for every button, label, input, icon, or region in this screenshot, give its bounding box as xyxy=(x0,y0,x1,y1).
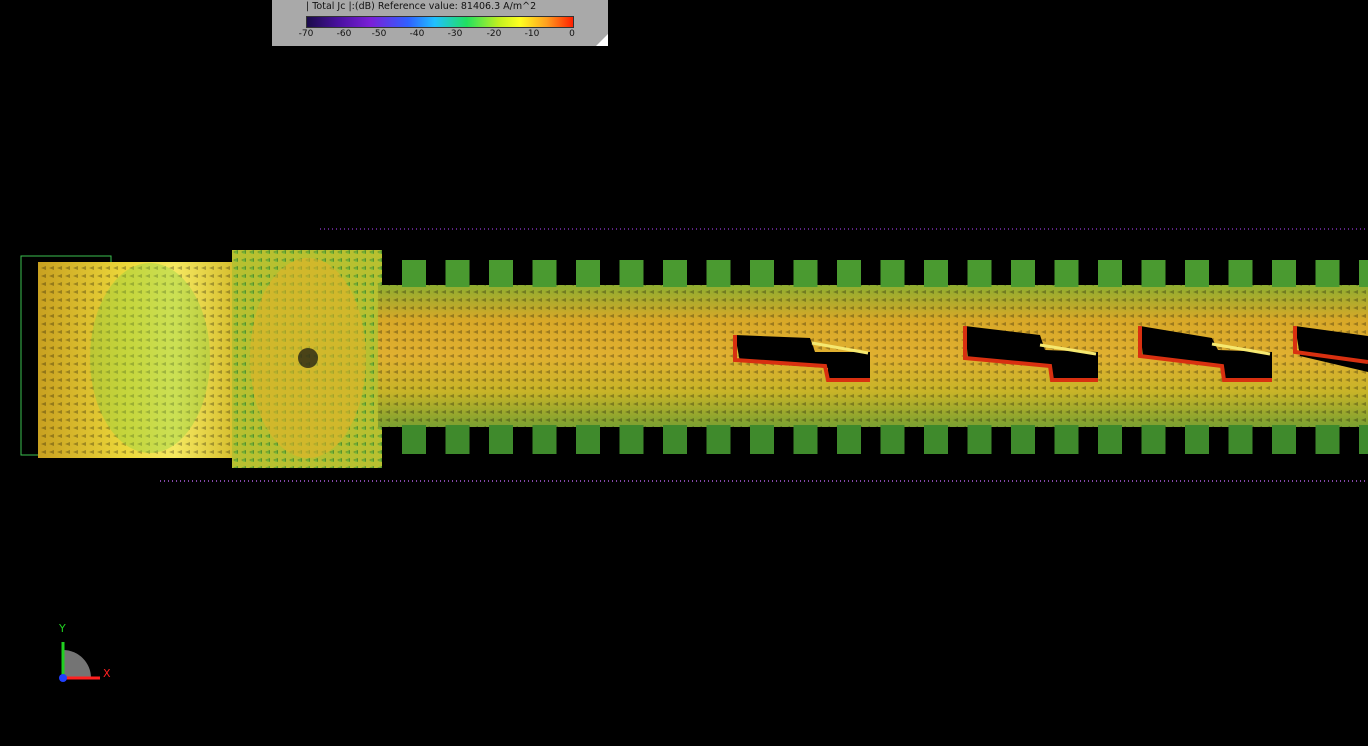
corrugation-tooth xyxy=(1098,260,1122,287)
legend-tick: -50 xyxy=(371,29,387,39)
x-axis-label: X xyxy=(103,667,111,680)
corrugation-tooth xyxy=(793,425,818,454)
corrugation-tooth xyxy=(619,260,644,287)
corrugation-tooth xyxy=(1054,260,1079,287)
legend-tick: 0 xyxy=(569,29,575,39)
corrugation-tooth xyxy=(1141,260,1166,287)
legend-tick: -30 xyxy=(447,29,463,39)
corrugation-tooth xyxy=(576,260,600,287)
corrugation-tooth xyxy=(924,425,948,454)
legend-tick: -70 xyxy=(298,29,314,39)
legend-tick: -40 xyxy=(409,29,425,39)
corrugation-tooth xyxy=(1228,425,1253,454)
corrugation-tooth xyxy=(967,260,992,287)
corrugation-tooth xyxy=(1228,260,1253,287)
transition-null xyxy=(298,348,318,368)
corrugation-tooth xyxy=(576,425,600,454)
legend-tick: -10 xyxy=(524,29,540,39)
corrugation-tooth xyxy=(663,260,687,287)
simulation-viewport[interactable]: | Total Jc |:(dB) Reference value: 81406… xyxy=(0,0,1368,742)
corrugation-top xyxy=(402,260,1368,287)
corrugation-tooth xyxy=(1098,425,1122,454)
corrugation-tooth xyxy=(402,260,426,287)
legend-tick: -20 xyxy=(486,29,502,39)
current-density-plot xyxy=(20,228,1368,482)
y-axis-label: Y xyxy=(59,622,66,635)
legend-resize-grip[interactable] xyxy=(596,34,608,46)
corrugation-tooth xyxy=(880,260,905,287)
corrugation-tooth xyxy=(880,425,905,454)
corrugation-tooth xyxy=(663,425,687,454)
corrugation-tooth xyxy=(706,260,731,287)
corrugation-tooth xyxy=(793,260,818,287)
corrugation-tooth xyxy=(750,260,774,287)
corrugation-tooth xyxy=(1359,425,1368,454)
feed-node xyxy=(90,263,210,453)
legend-colorbar xyxy=(306,16,574,28)
corrugation-tooth xyxy=(1011,260,1035,287)
corrugation-tooth xyxy=(1359,260,1368,287)
corrugation-tooth xyxy=(1272,260,1296,287)
corrugation-tooth xyxy=(1011,425,1035,454)
corrugation-tooth xyxy=(1185,260,1209,287)
color-legend[interactable]: | Total Jc |:(dB) Reference value: 81406… xyxy=(272,0,608,46)
corrugation-tooth xyxy=(1315,260,1340,287)
corrugation-tooth xyxy=(489,425,513,454)
corrugation-tooth xyxy=(1141,425,1166,454)
corrugation-tooth xyxy=(1185,425,1209,454)
corrugation-tooth xyxy=(706,425,731,454)
corrugation-tooth xyxy=(445,425,470,454)
corrugation-tooth xyxy=(402,425,426,454)
corrugation-tooth xyxy=(1315,425,1340,454)
corrugation-tooth xyxy=(445,260,470,287)
corrugation-tooth xyxy=(532,260,557,287)
corrugation-tooth xyxy=(967,425,992,454)
corrugation-tooth xyxy=(489,260,513,287)
z-axis-dot xyxy=(59,674,67,682)
corrugation-tooth xyxy=(619,425,644,454)
corrugation-bottom xyxy=(402,425,1368,454)
legend-title: | Total Jc |:(dB) Reference value: 81406… xyxy=(306,1,537,12)
corrugation-tooth xyxy=(924,260,948,287)
corrugation-tooth xyxy=(1272,425,1296,454)
legend-tick: -60 xyxy=(336,29,352,39)
corrugation-tooth xyxy=(1054,425,1079,454)
corrugation-tooth xyxy=(837,425,861,454)
corrugation-tooth xyxy=(532,425,557,454)
axes-triad: Y X xyxy=(50,622,120,686)
corrugation-tooth xyxy=(837,260,861,287)
corrugation-tooth xyxy=(750,425,774,454)
